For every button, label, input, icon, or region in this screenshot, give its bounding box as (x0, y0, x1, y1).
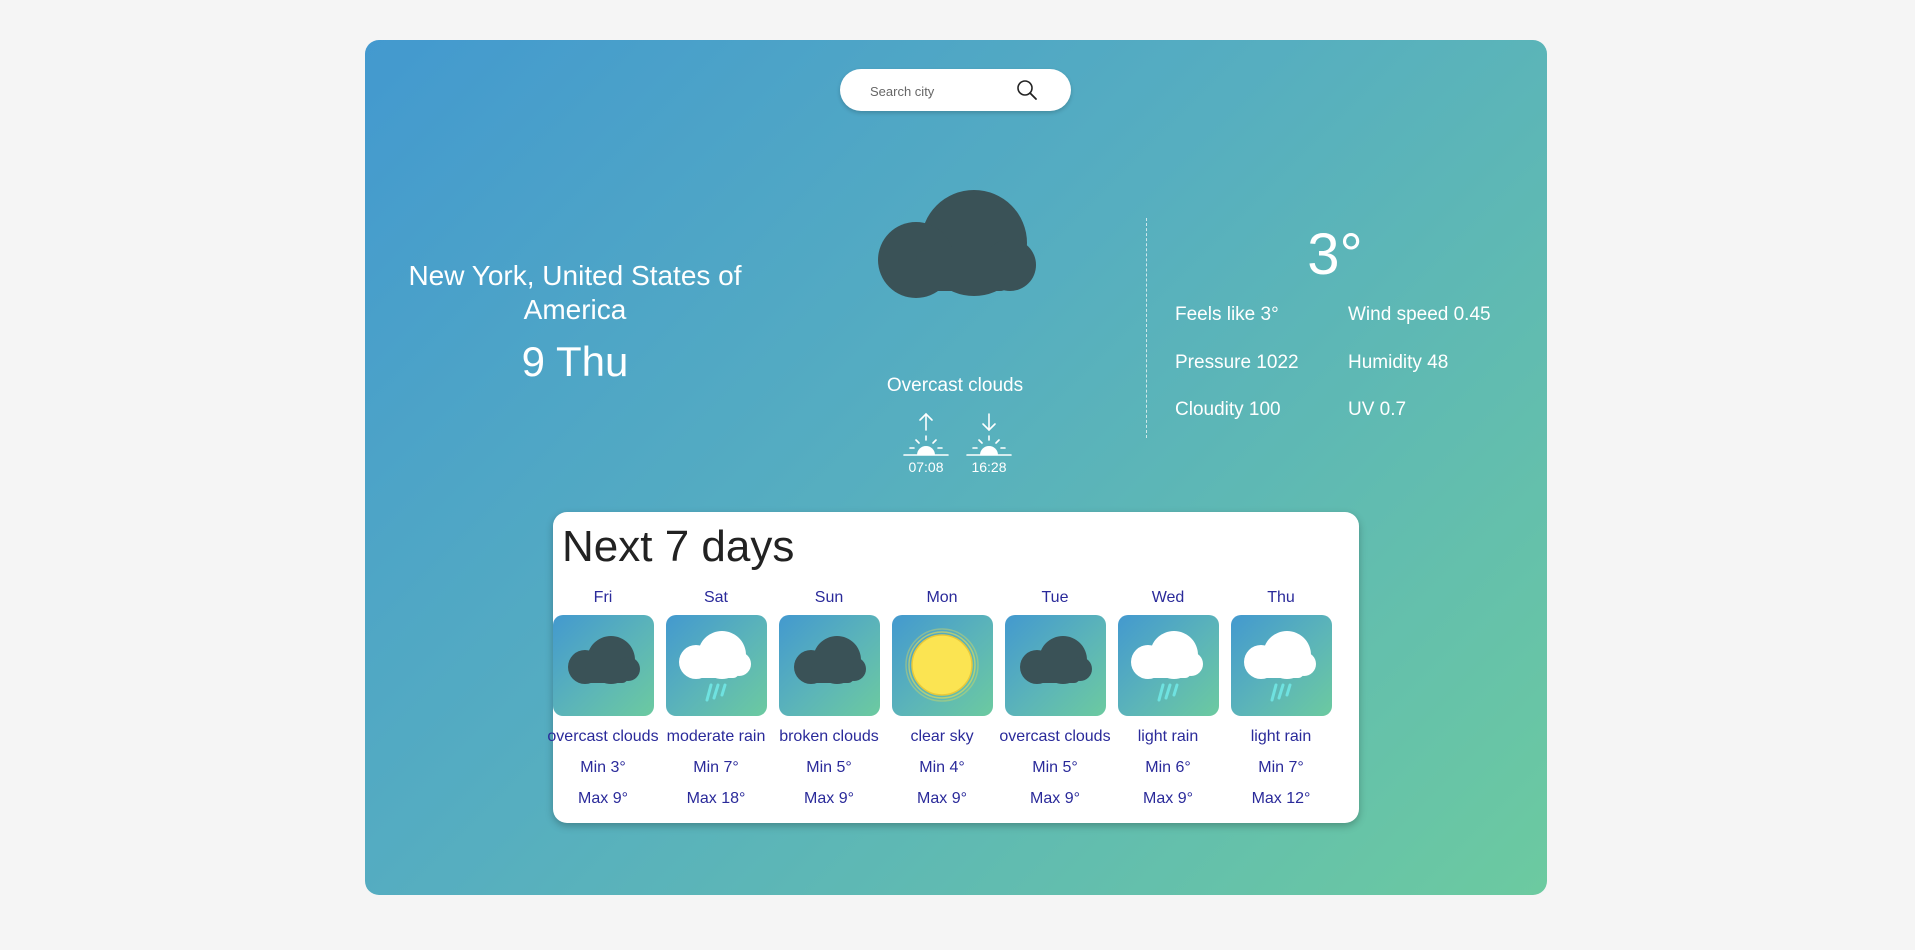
rain-cloud-icon[interactable] (1230, 615, 1332, 716)
day-description: light rain (1250, 728, 1312, 745)
uv-index: UV 0.7 (1348, 399, 1407, 420)
day-description: clear sky (910, 728, 974, 745)
search-icon[interactable] (1016, 79, 1038, 101)
weather-card: New York, United States of America 9 Thu… (365, 40, 1547, 895)
day-description: overcast clouds (547, 728, 659, 745)
day-name: Wed (1151, 589, 1185, 606)
day-name: Sun (814, 589, 844, 606)
forecast-day-mon: Mon clear sky Min 4° Max 9° (886, 587, 998, 810)
current-temperature: 3° (1307, 222, 1363, 287)
sunrise: 07:08 (901, 412, 951, 475)
overcast-cloud-icon[interactable] (1004, 615, 1106, 716)
humidity: Humidity 48 (1348, 352, 1449, 373)
overcast-cloud-icon (872, 190, 1037, 300)
forecast-day-wed: Wed light rain Min 6° Max 9° (1112, 587, 1224, 810)
forecast-day-tue: Tue overcast clouds Min 5° Max 9° (999, 587, 1111, 810)
forecast-title: Next 7 days (562, 522, 795, 571)
forecast-day-fri: Fri overcast clouds Min 3° Max 9° (547, 587, 659, 810)
day-max: Max 9° (578, 790, 628, 807)
forecast-day-thu: Thu light rain Min 7° Max 12° (1225, 587, 1337, 810)
divider (1146, 218, 1147, 438)
day-name: Thu (1267, 589, 1295, 606)
sun-icon[interactable] (891, 615, 993, 716)
broken-cloud-icon[interactable] (778, 615, 880, 716)
day-name: Tue (1041, 589, 1069, 606)
day-max: Max 9° (1030, 790, 1080, 807)
day-description: overcast clouds (999, 728, 1111, 745)
day-min: Min 5° (806, 759, 852, 776)
day-min: Min 6° (1145, 759, 1191, 776)
sunset-time: 16:28 (971, 459, 1007, 475)
wind-speed: Wind speed 0.45 (1348, 304, 1491, 325)
sunrise-time: 07:08 (908, 459, 944, 475)
sunset: 16:28 (964, 412, 1014, 475)
day-name: Fri (593, 589, 613, 606)
feels-like: Feels like 3° (1175, 304, 1279, 325)
day-min: Min 4° (919, 759, 965, 776)
day-max: Max 9° (1143, 790, 1193, 807)
forecast-day-sat: Sat moderate rain Min 7° Max 18° (660, 587, 772, 810)
day-max: Max 9° (917, 790, 967, 807)
cloudiness: Cloudity 100 (1175, 399, 1281, 420)
rain-cloud-icon[interactable] (665, 615, 767, 716)
sunset-icon (966, 413, 1012, 456)
pressure: Pressure 1022 (1175, 352, 1299, 373)
rain-cloud-icon[interactable] (1117, 615, 1219, 716)
search-bar (840, 69, 1071, 111)
day-description: broken clouds (779, 728, 879, 745)
forecast-day-sun: Sun broken clouds Min 5° Max 9° (773, 587, 885, 810)
day-min: Min 5° (1032, 759, 1078, 776)
day-min: Min 7° (1258, 759, 1304, 776)
day-max: Max 18° (686, 790, 746, 807)
location-name: New York, United States of America (408, 260, 742, 325)
day-max: Max 12° (1251, 790, 1311, 807)
day-name: Sat (703, 589, 728, 606)
day-description: moderate rain (666, 728, 766, 745)
day-min: Min 3° (580, 759, 626, 776)
current-description: Overcast clouds (886, 375, 1024, 396)
current-date: 9 Thu (521, 338, 629, 385)
day-min: Min 7° (693, 759, 739, 776)
sunrise-icon (903, 412, 949, 456)
day-description: light rain (1137, 728, 1199, 745)
day-name: Mon (926, 589, 958, 606)
forecast-panel: Next 7 days Fri overcast clouds Min 3° M… (547, 512, 1359, 823)
search-input[interactable] (868, 79, 1012, 103)
day-max: Max 9° (804, 790, 854, 807)
overcast-cloud-icon[interactable] (552, 615, 654, 716)
